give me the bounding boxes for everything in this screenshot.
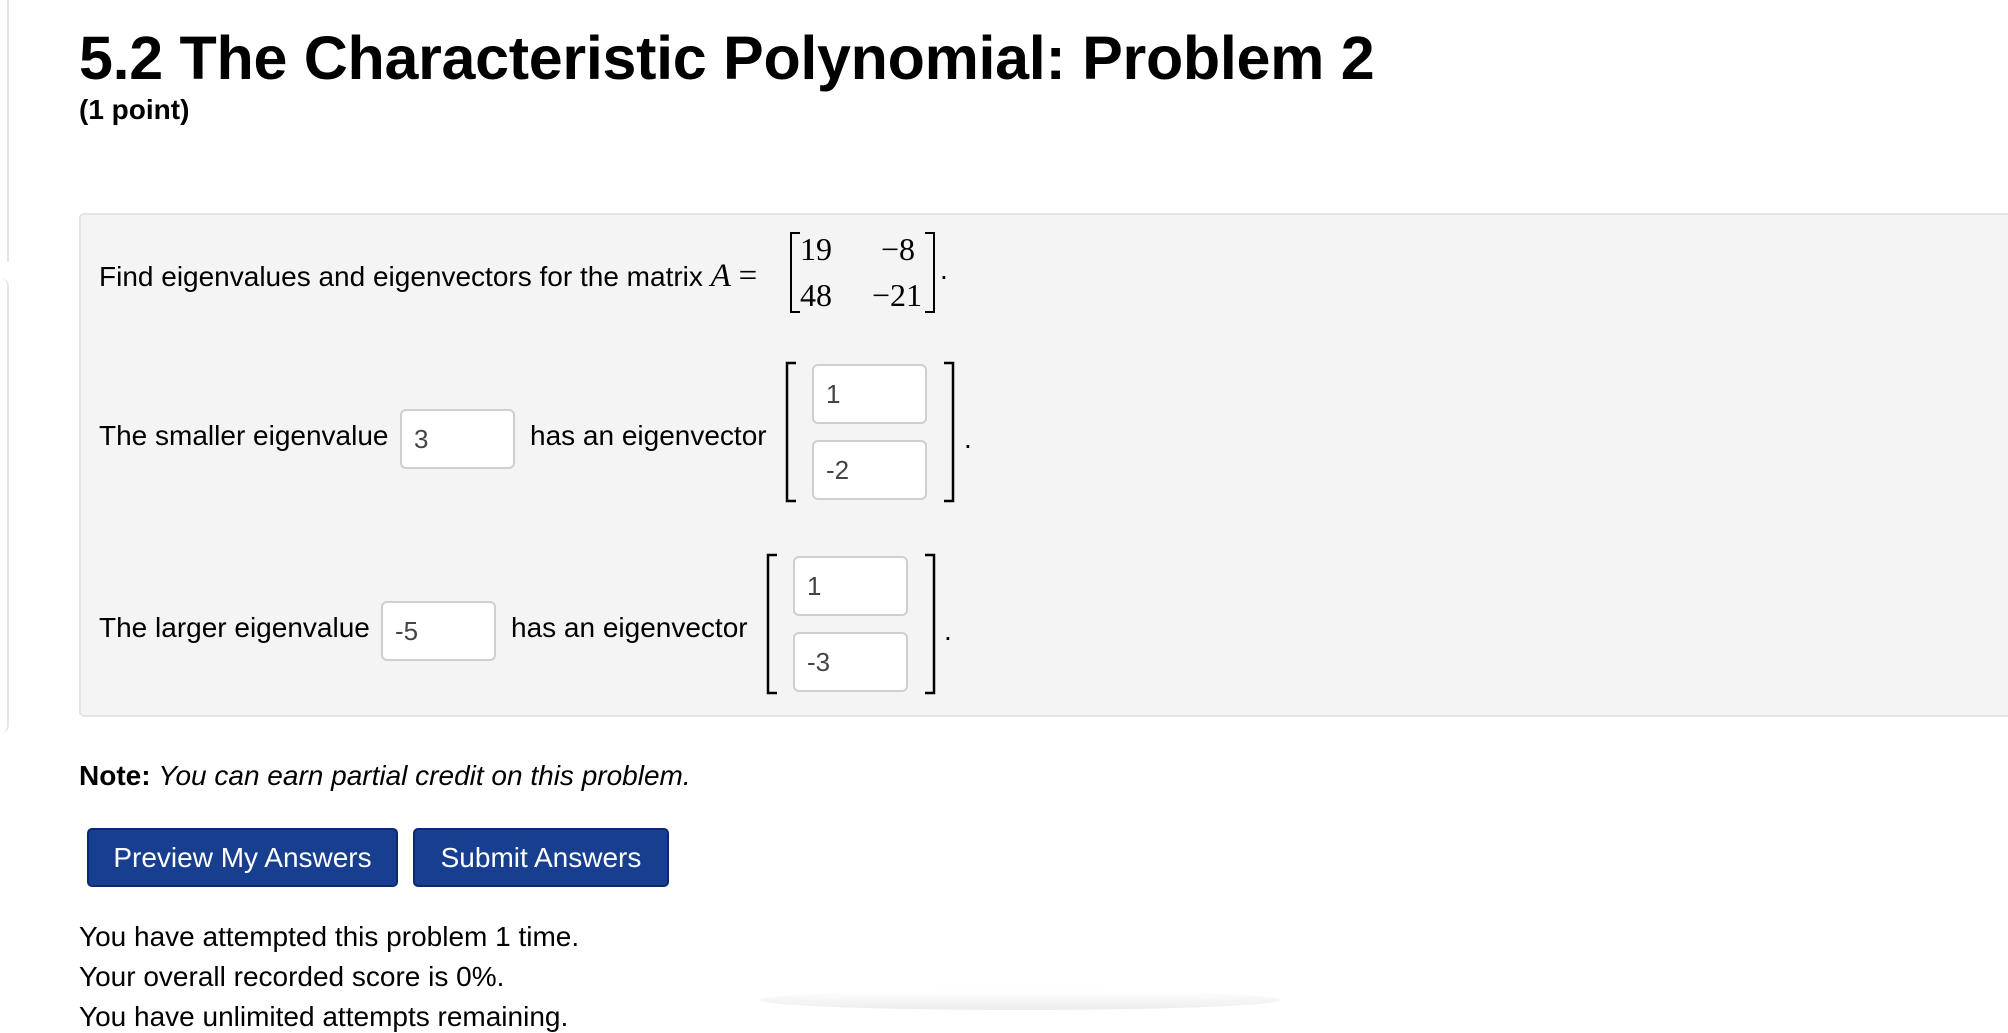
- smaller-eigenvalue-label: The smaller eigenvalue: [99, 420, 389, 451]
- matrix-cell: 48: [800, 277, 832, 313]
- vector-left-bracket: [766, 553, 777, 695]
- larger-eigenvalue-input[interactable]: [381, 601, 496, 661]
- attempts-status: You have attempted this problem 1 time.: [79, 921, 580, 952]
- smaller-period: .: [964, 423, 972, 454]
- smaller-eigenvector-y[interactable]: [812, 440, 927, 500]
- note-label: Note:: [79, 760, 151, 791]
- smaller-eigvec-text: has an eigenvector: [530, 420, 767, 451]
- matrix-period: .: [940, 254, 948, 285]
- score-status: Your overall recorded score is 0%.: [79, 961, 505, 992]
- matrix-left-bracket: [790, 232, 800, 313]
- problem-points: (1 point): [79, 94, 190, 125]
- larger-eigenvector-x[interactable]: [793, 556, 908, 616]
- larger-eigenvector-y[interactable]: [793, 632, 908, 692]
- note-text: You can earn partial credit on this prob…: [158, 760, 691, 791]
- matrix-a: 19 −8 48 −21: [790, 231, 935, 313]
- equals-sign: =: [738, 258, 758, 294]
- partial-credit-note: Note: You can earn partial credit on thi…: [79, 760, 691, 792]
- left-panel-edge-lower: [0, 278, 9, 733]
- vector-right-bracket: [925, 553, 936, 695]
- matrix-cell: −21: [872, 277, 922, 313]
- preview-answers-button[interactable]: Preview My Answers: [87, 828, 398, 887]
- matrix-right-bracket: [925, 232, 935, 313]
- vector-left-bracket: [785, 361, 796, 503]
- larger-eigenvalue-label: The larger eigenvalue: [99, 612, 370, 643]
- submit-answers-button[interactable]: Submit Answers: [413, 828, 669, 887]
- smaller-eigenvector-x[interactable]: [812, 364, 927, 424]
- larger-eigvec-text: has an eigenvector: [511, 612, 748, 643]
- problem-intro: Find eigenvalues and eigenvectors for th…: [99, 261, 703, 292]
- matrix-cell: 19: [800, 231, 832, 267]
- matrix-variable: A: [710, 258, 731, 294]
- remaining-status: You have unlimited attempts remaining.: [79, 1001, 569, 1032]
- scroll-shadow: [760, 990, 1280, 1010]
- smaller-eigenvalue-input[interactable]: [400, 409, 515, 469]
- left-panel-edge: [0, 0, 9, 262]
- larger-period: .: [944, 615, 952, 646]
- problem-statement: Find eigenvalues and eigenvectors for th…: [99, 258, 757, 295]
- matrix-cell: −8: [881, 231, 915, 267]
- vector-right-bracket: [944, 361, 955, 503]
- page-title: 5.2 The Characteristic Polynomial: Probl…: [79, 24, 1375, 92]
